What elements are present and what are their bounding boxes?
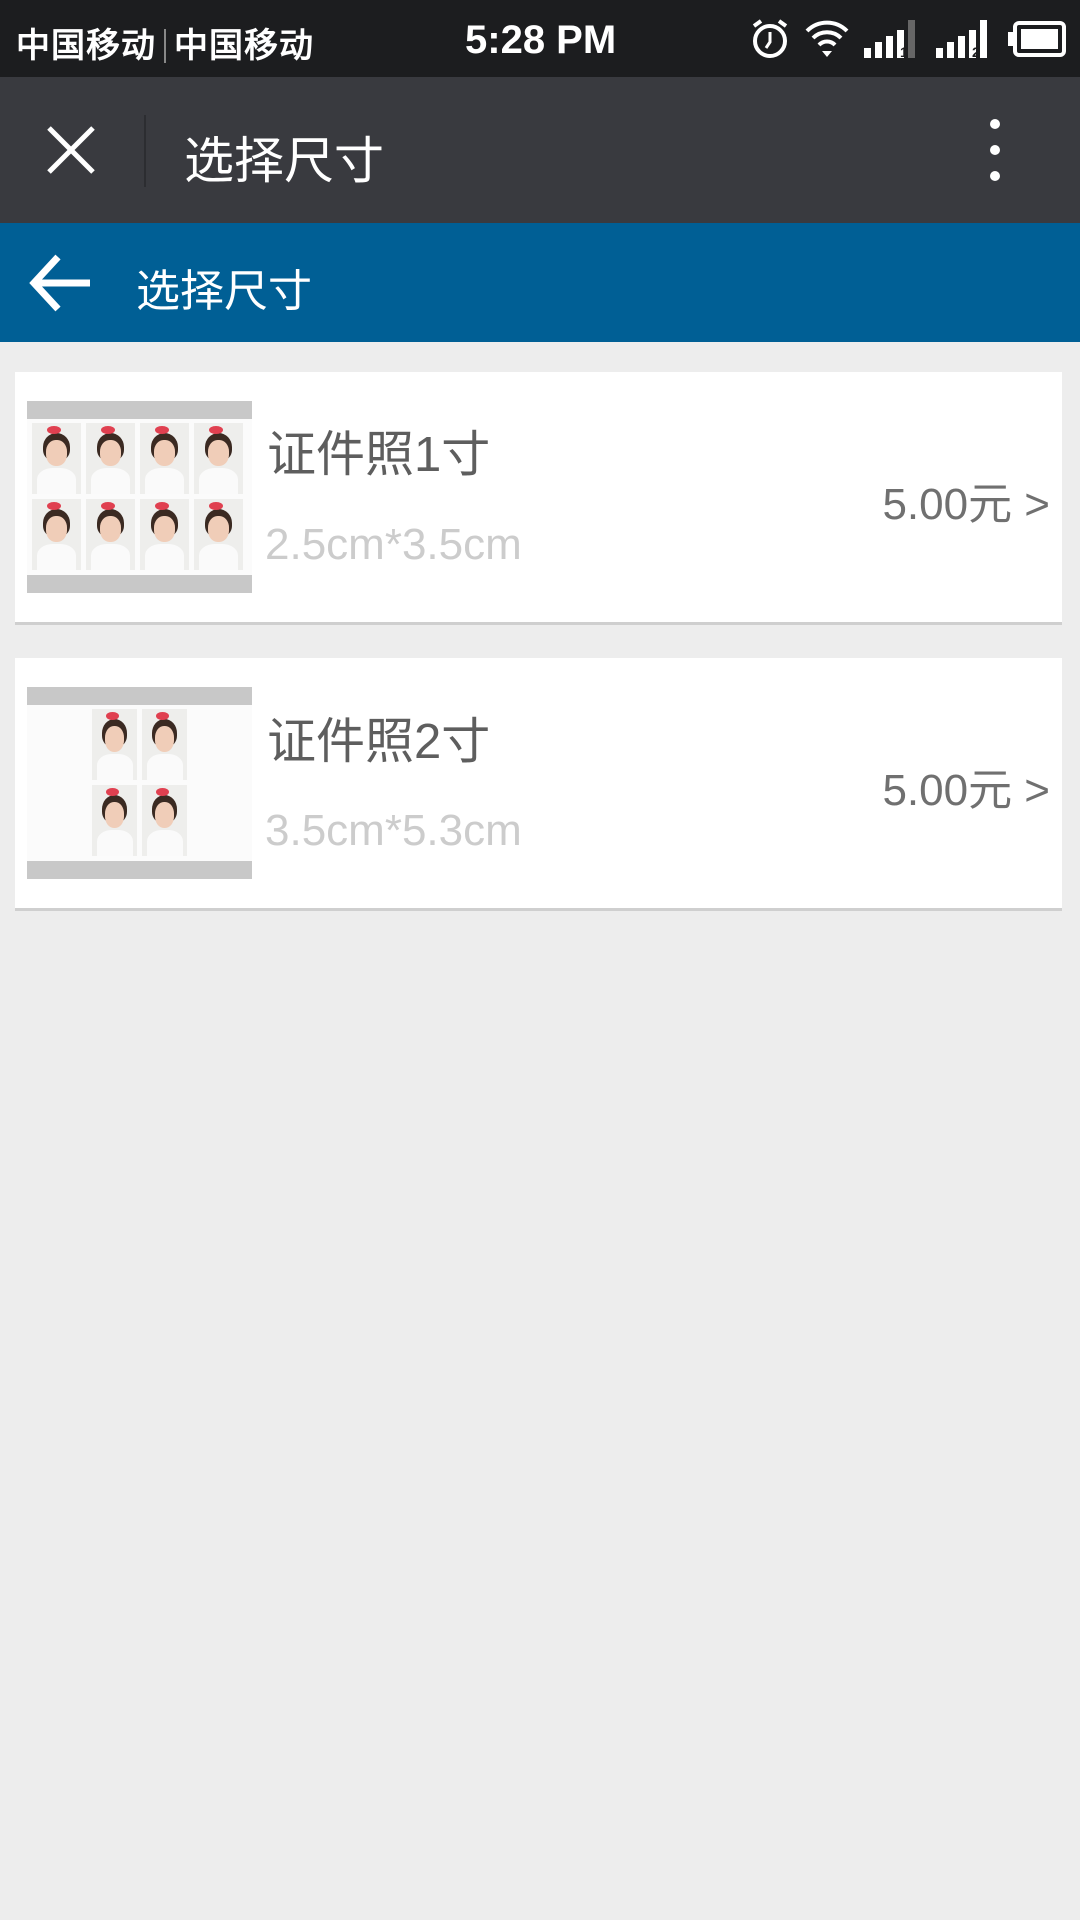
item-price: 5.00元 > <box>882 480 1050 529</box>
page-header: 选择尺寸 <box>0 223 1080 342</box>
portrait-photo <box>92 785 137 856</box>
page-title: 选择尺寸 <box>136 267 312 316</box>
wifi-icon <box>805 20 849 57</box>
window-title: 选择尺寸 <box>184 133 384 189</box>
arrow-left-icon[interactable] <box>28 253 92 313</box>
portrait-photo <box>140 499 189 570</box>
portrait-photo <box>32 499 81 570</box>
divider <box>144 115 146 187</box>
portrait-photo <box>194 423 243 494</box>
alarm-icon <box>752 19 788 58</box>
item-size: 3.5cm*5.3cm <box>265 806 522 855</box>
title-bar: 选择尺寸 <box>0 77 1080 223</box>
battery-icon <box>1008 21 1066 57</box>
clock: 5:28 PM <box>465 18 617 62</box>
carrier-2: 中国移动 <box>174 27 314 65</box>
portrait-photo <box>140 423 189 494</box>
list-item[interactable]: 证件照1寸 2.5cm*3.5cm 5.00元 > <box>15 372 1062 625</box>
list-item[interactable]: 证件照2寸 3.5cm*5.3cm 5.00元 > <box>15 658 1062 911</box>
carrier-1: 中国移动 <box>16 27 156 65</box>
photo-thumbnail-1inch <box>27 401 252 593</box>
portrait-photo <box>92 709 137 780</box>
item-size: 2.5cm*3.5cm <box>265 520 522 569</box>
photo-thumbnail-2inch <box>27 687 252 879</box>
portrait-photo <box>194 499 243 570</box>
more-vertical-icon[interactable] <box>980 117 1010 183</box>
item-name: 证件照1寸 <box>267 428 491 482</box>
item-price: 5.00元 > <box>882 766 1050 815</box>
portrait-photo <box>142 709 187 780</box>
signal-sim2-icon: 2 <box>936 20 987 58</box>
portrait-photo <box>86 423 135 494</box>
carrier-label: 中国移动 中国移动 <box>16 18 314 67</box>
portrait-photo <box>142 785 187 856</box>
sim1-label: 1 <box>900 44 908 58</box>
close-icon[interactable] <box>44 123 98 177</box>
status-bar: 中国移动 中国移动 5:28 PM 1 2 <box>0 0 1080 77</box>
portrait-photo <box>86 499 135 570</box>
svg-text:2: 2 <box>972 44 980 58</box>
signal-sim1-icon: 1 <box>864 20 915 58</box>
portrait-photo <box>32 423 81 494</box>
item-name: 证件照2寸 <box>267 715 491 769</box>
divider <box>164 29 166 63</box>
